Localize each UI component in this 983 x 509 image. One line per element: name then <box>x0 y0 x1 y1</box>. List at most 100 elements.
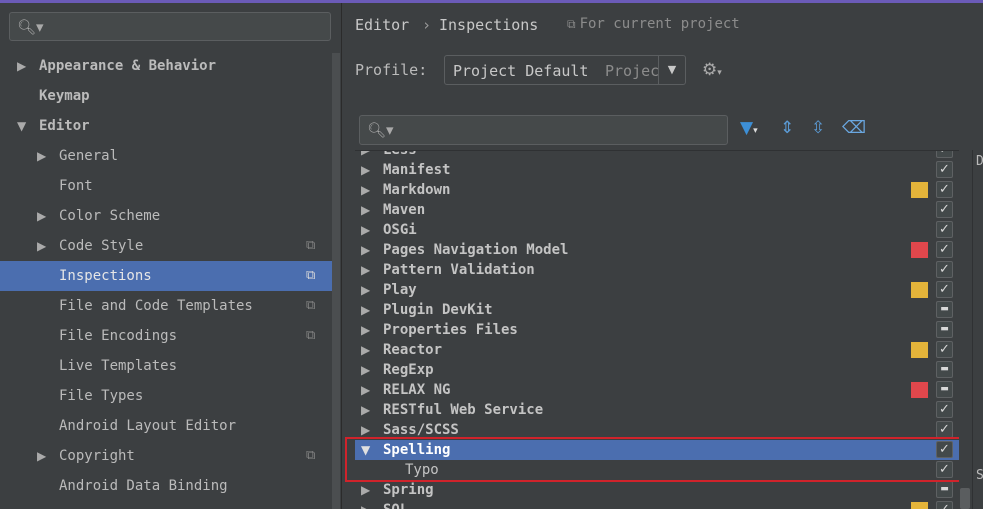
inspection-label: Plugin DevKit <box>383 302 493 318</box>
gear-icon[interactable]: ⚙▾ <box>702 60 722 80</box>
collapsed-arrow-icon[interactable]: ▶ <box>361 340 370 360</box>
sidebar-item[interactable]: Keymap <box>0 81 332 111</box>
inspections-scrollbar[interactable] <box>959 150 971 509</box>
inspection-row[interactable]: ▶ Properties Files ▬ <box>355 320 959 340</box>
sidebar-item[interactable]: ▶ Code Style ⧉ <box>0 231 332 261</box>
inspection-row[interactable]: ▶ Plugin DevKit ▬ <box>355 300 959 320</box>
collapsed-arrow-icon[interactable]: ▶ <box>361 180 370 200</box>
partial-checkbox[interactable]: ▬ <box>936 481 953 498</box>
settings-search-input[interactable]: 🔍︎▾ <box>9 12 331 41</box>
collapsed-arrow-icon[interactable]: ▶ <box>361 150 370 160</box>
filter-icon[interactable]: ▼▾ <box>740 118 758 138</box>
collapsed-arrow-icon[interactable]: ▶ <box>361 400 370 420</box>
inspection-row[interactable]: ▶ RESTful Web Service ✓ <box>355 400 959 420</box>
enabled-checkbox[interactable]: ✓ <box>936 441 953 458</box>
inspection-row[interactable]: ▶ Spring ▬ <box>355 480 959 500</box>
collapsed-arrow-icon[interactable]: ▶ <box>37 141 49 171</box>
sidebar-item[interactable]: Font <box>0 171 332 201</box>
enabled-checkbox[interactable]: ✓ <box>936 461 953 478</box>
expand-all-icon[interactable]: ⇕ <box>780 118 794 138</box>
partial-checkbox[interactable]: ▬ <box>936 321 953 338</box>
enabled-checkbox[interactable]: ✓ <box>936 261 953 278</box>
sidebar-item[interactable]: ▶ Color Scheme <box>0 201 332 231</box>
sidebar-item[interactable]: File Encodings ⧉ <box>0 321 332 351</box>
sidebar-item[interactable]: ▶ General <box>0 141 332 171</box>
sidebar-item[interactable]: ▶ Appearance & Behavior <box>0 51 332 81</box>
sidebar-item[interactable]: Inspections ⧉ <box>0 261 332 291</box>
inspection-row[interactable]: ▶ Pages Navigation Model ✓ <box>355 240 959 260</box>
enabled-checkbox[interactable]: ✓ <box>936 150 953 158</box>
sidebar-item-label: Android Layout Editor <box>59 418 237 434</box>
enabled-checkbox[interactable]: ✓ <box>936 501 953 509</box>
search-icon[interactable]: 🔍︎▾ <box>17 18 44 36</box>
sidebar-item-label: Font <box>59 178 93 194</box>
partial-checkbox[interactable]: ▬ <box>936 361 953 378</box>
enabled-checkbox[interactable]: ✓ <box>936 241 953 258</box>
inspection-row[interactable]: ▶ Pattern Validation ✓ <box>355 260 959 280</box>
collapsed-arrow-icon[interactable]: ▶ <box>361 500 370 509</box>
collapsed-arrow-icon[interactable]: ▶ <box>361 160 370 180</box>
settings-sidebar: 🔍︎▾ ▶ Appearance & Behavior Keymap ▼ Editor ▶… <box>0 3 341 509</box>
collapsed-arrow-icon[interactable]: ▶ <box>361 320 370 340</box>
inspection-row[interactable]: ▶ Manifest ✓ <box>355 160 959 180</box>
partial-checkbox[interactable]: ▬ <box>936 301 953 318</box>
inspection-row[interactable]: ▶ Reactor ✓ <box>355 340 959 360</box>
inspection-label: Typo <box>405 462 439 478</box>
enabled-checkbox[interactable]: ✓ <box>936 421 953 438</box>
sidebar-item[interactable]: ▶ Copyright ⧉ <box>0 441 332 471</box>
inspection-row[interactable]: ▶ Sass/SCSS ✓ <box>355 420 959 440</box>
partial-checkbox[interactable]: ▬ <box>936 381 953 398</box>
inspection-row[interactable]: ▶ RELAX NG ▬ <box>355 380 959 400</box>
sidebar-item[interactable]: Android Layout Editor <box>0 411 332 441</box>
expanded-arrow-icon[interactable]: ▼ <box>361 440 370 460</box>
inspection-label: Properties Files <box>383 322 518 338</box>
collapsed-arrow-icon[interactable]: ▶ <box>361 420 370 440</box>
enabled-checkbox[interactable]: ✓ <box>936 341 953 358</box>
inspection-row[interactable]: ▶ OSGi ✓ <box>355 220 959 240</box>
enabled-checkbox[interactable]: ✓ <box>936 401 953 418</box>
inspection-row[interactable]: Typo ✓ <box>355 460 959 480</box>
inspection-row[interactable]: ▶ SQL ✓ <box>355 500 959 509</box>
search-icon[interactable]: 🔍︎▾ <box>367 121 394 139</box>
enabled-checkbox[interactable]: ✓ <box>936 161 953 178</box>
enabled-checkbox[interactable]: ✓ <box>936 181 953 198</box>
sidebar-scrollbar[interactable] <box>332 53 340 509</box>
sidebar-item[interactable]: File Types <box>0 381 332 411</box>
profile-dropdown[interactable]: Project Default Project ▼ <box>444 55 686 85</box>
inspections-search-input[interactable]: 🔍︎▾ <box>359 115 728 145</box>
inspection-label: OSGi <box>383 222 417 238</box>
inspection-row[interactable]: ▼ Spelling ✓ <box>355 440 959 460</box>
collapsed-arrow-icon[interactable]: ▶ <box>361 380 370 400</box>
scrollbar-thumb[interactable] <box>960 488 970 509</box>
collapsed-arrow-icon[interactable]: ▶ <box>361 280 370 300</box>
sidebar-item[interactable]: ▼ Editor <box>0 111 332 141</box>
enabled-checkbox[interactable]: ✓ <box>936 281 953 298</box>
sidebar-item-label: Editor <box>39 118 90 134</box>
inspection-row[interactable]: ▶ Markdown ✓ <box>355 180 959 200</box>
collapsed-arrow-icon[interactable]: ▶ <box>37 441 49 471</box>
collapsed-arrow-icon[interactable]: ▶ <box>37 201 49 231</box>
sidebar-item[interactable]: Android Data Binding <box>0 471 332 501</box>
sidebar-item[interactable]: File and Code Templates ⧉ <box>0 291 332 321</box>
collapsed-arrow-icon[interactable]: ▶ <box>361 300 370 320</box>
chevron-down-icon[interactable]: ▼ <box>658 56 685 84</box>
enabled-checkbox[interactable]: ✓ <box>936 221 953 238</box>
collapsed-arrow-icon[interactable]: ▶ <box>37 231 49 261</box>
inspection-row[interactable]: ▶ Less ✓ <box>355 150 959 160</box>
collapsed-arrow-icon[interactable]: ▶ <box>361 240 370 260</box>
collapsed-arrow-icon[interactable]: ▶ <box>361 360 370 380</box>
collapse-all-icon[interactable]: ⇳ <box>811 118 825 138</box>
pane-divider[interactable] <box>341 3 342 509</box>
reset-eraser-icon[interactable]: ⌫ <box>842 118 866 138</box>
sidebar-item[interactable]: Live Templates <box>0 351 332 381</box>
collapsed-arrow-icon[interactable]: ▶ <box>361 200 370 220</box>
collapsed-arrow-icon[interactable]: ▶ <box>361 260 370 280</box>
inspection-row[interactable]: ▶ RegExp ▬ <box>355 360 959 380</box>
collapsed-arrow-icon[interactable]: ▶ <box>361 480 370 500</box>
collapsed-arrow-icon[interactable]: ▶ <box>361 220 370 240</box>
expanded-arrow-icon[interactable]: ▼ <box>17 111 29 141</box>
collapsed-arrow-icon[interactable]: ▶ <box>17 51 29 81</box>
enabled-checkbox[interactable]: ✓ <box>936 201 953 218</box>
inspection-row[interactable]: ▶ Maven ✓ <box>355 200 959 220</box>
inspection-row[interactable]: ▶ Play ✓ <box>355 280 959 300</box>
